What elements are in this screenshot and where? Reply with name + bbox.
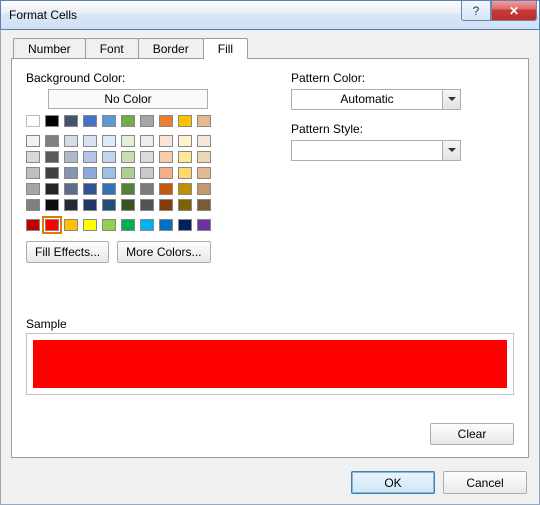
- color-swatch[interactable]: [197, 151, 211, 163]
- cancel-button[interactable]: Cancel: [443, 471, 527, 494]
- color-swatch[interactable]: [140, 167, 154, 179]
- color-swatch[interactable]: [197, 199, 211, 211]
- color-swatch[interactable]: [45, 183, 59, 195]
- tab-fill[interactable]: Fill: [203, 38, 248, 59]
- color-swatch[interactable]: [64, 167, 78, 179]
- color-swatch[interactable]: [178, 219, 192, 231]
- color-swatch[interactable]: [102, 199, 116, 211]
- color-swatch[interactable]: [159, 115, 173, 127]
- help-button[interactable]: ?: [461, 1, 491, 21]
- pattern-style-combo[interactable]: [291, 140, 461, 161]
- color-swatch[interactable]: [121, 115, 135, 127]
- color-swatch[interactable]: [121, 183, 135, 195]
- color-swatch[interactable]: [197, 183, 211, 195]
- color-swatch[interactable]: [26, 151, 40, 163]
- color-swatch[interactable]: [178, 167, 192, 179]
- color-swatch[interactable]: [45, 151, 59, 163]
- clear-button[interactable]: Clear: [430, 423, 514, 445]
- color-swatch[interactable]: [178, 135, 192, 147]
- color-swatch[interactable]: [178, 183, 192, 195]
- pattern-style-value: [292, 141, 442, 160]
- tab-strip: NumberFontBorderFill: [13, 36, 529, 58]
- color-swatch[interactable]: [45, 199, 59, 211]
- color-swatch[interactable]: [102, 183, 116, 195]
- tab-font[interactable]: Font: [85, 38, 139, 59]
- color-swatch[interactable]: [102, 135, 116, 147]
- color-swatch[interactable]: [178, 199, 192, 211]
- color-swatch[interactable]: [83, 199, 97, 211]
- color-swatch[interactable]: [159, 167, 173, 179]
- more-colors-button[interactable]: More Colors...: [117, 241, 210, 263]
- color-swatch[interactable]: [121, 219, 135, 231]
- pattern-color-label: Pattern Color:: [291, 71, 514, 85]
- color-swatch[interactable]: [140, 115, 154, 127]
- color-swatch[interactable]: [159, 219, 173, 231]
- chevron-down-icon[interactable]: [442, 90, 460, 109]
- color-swatch[interactable]: [159, 183, 173, 195]
- color-swatch[interactable]: [102, 219, 116, 231]
- color-swatch[interactable]: [140, 199, 154, 211]
- sample-swatch: [33, 340, 507, 388]
- color-swatch[interactable]: [45, 219, 59, 231]
- color-swatch[interactable]: [64, 135, 78, 147]
- color-swatch[interactable]: [26, 135, 40, 147]
- tab-number[interactable]: Number: [13, 38, 86, 59]
- color-swatch[interactable]: [64, 115, 78, 127]
- color-swatch[interactable]: [102, 167, 116, 179]
- color-swatch[interactable]: [197, 219, 211, 231]
- color-swatch[interactable]: [45, 135, 59, 147]
- color-swatch[interactable]: [45, 115, 59, 127]
- color-swatch[interactable]: [197, 115, 211, 127]
- color-swatch[interactable]: [83, 183, 97, 195]
- sample-box: [26, 333, 514, 395]
- color-swatch[interactable]: [26, 219, 40, 231]
- color-swatch[interactable]: [178, 115, 192, 127]
- color-swatch[interactable]: [26, 183, 40, 195]
- color-swatch[interactable]: [159, 135, 173, 147]
- color-swatch[interactable]: [197, 135, 211, 147]
- color-swatch[interactable]: [83, 115, 97, 127]
- fill-effects-button[interactable]: Fill Effects...: [26, 241, 109, 263]
- color-swatch[interactable]: [64, 199, 78, 211]
- color-swatch[interactable]: [121, 199, 135, 211]
- background-color-label: Background Color:: [26, 71, 241, 85]
- color-swatch[interactable]: [64, 219, 78, 231]
- close-button[interactable]: ✕: [491, 1, 537, 21]
- sample-label: Sample: [26, 317, 514, 331]
- color-swatch[interactable]: [102, 151, 116, 163]
- window-title: Format Cells: [9, 8, 77, 22]
- color-swatch[interactable]: [45, 167, 59, 179]
- color-swatch[interactable]: [83, 151, 97, 163]
- color-swatch[interactable]: [121, 167, 135, 179]
- fill-tab-panel: Background Color: No Color Fill Effects.…: [11, 58, 529, 458]
- color-swatch[interactable]: [83, 167, 97, 179]
- color-palette: [26, 115, 241, 233]
- color-swatch[interactable]: [26, 167, 40, 179]
- color-swatch[interactable]: [121, 151, 135, 163]
- ok-button[interactable]: OK: [351, 471, 435, 494]
- color-swatch[interactable]: [64, 151, 78, 163]
- color-swatch[interactable]: [140, 135, 154, 147]
- color-swatch[interactable]: [83, 135, 97, 147]
- color-swatch[interactable]: [159, 151, 173, 163]
- tab-border[interactable]: Border: [138, 38, 204, 59]
- color-swatch[interactable]: [83, 219, 97, 231]
- pattern-color-value: Automatic: [292, 90, 442, 109]
- color-swatch[interactable]: [26, 115, 40, 127]
- chevron-down-icon[interactable]: [442, 141, 460, 160]
- color-swatch[interactable]: [140, 219, 154, 231]
- color-swatch[interactable]: [140, 151, 154, 163]
- color-swatch[interactable]: [102, 115, 116, 127]
- color-swatch[interactable]: [197, 167, 211, 179]
- color-swatch[interactable]: [64, 183, 78, 195]
- color-swatch[interactable]: [26, 199, 40, 211]
- pattern-style-label: Pattern Style:: [291, 122, 514, 136]
- color-swatch[interactable]: [140, 183, 154, 195]
- color-swatch[interactable]: [178, 151, 192, 163]
- color-swatch[interactable]: [121, 135, 135, 147]
- pattern-color-combo[interactable]: Automatic: [291, 89, 461, 110]
- color-swatch[interactable]: [159, 199, 173, 211]
- titlebar: Format Cells ? ✕: [0, 0, 540, 30]
- no-color-button[interactable]: No Color: [48, 89, 208, 109]
